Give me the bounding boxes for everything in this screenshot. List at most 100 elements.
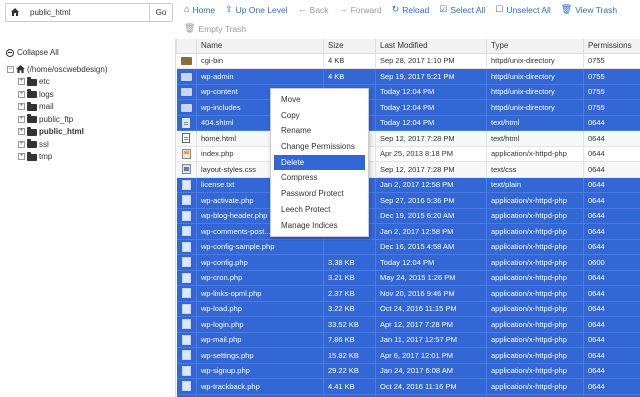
table-row[interactable]: index.php Apr 25, 2013 8:18 PM application… bbox=[176, 146, 640, 162]
table-row[interactable]: wp-blog-header.php Dec 19, 2015 6:20 AM ap… bbox=[176, 208, 640, 224]
cell-name[interactable]: wp-cron.php bbox=[196, 270, 324, 286]
tree-item-public-html[interactable]: + public_html bbox=[7, 126, 107, 139]
menu-item-delete[interactable]: Delete bbox=[274, 154, 365, 171]
table-row[interactable]: wp-links-opml.php 2.37 KB Nov 20, 2016 9:4… bbox=[176, 285, 640, 302]
table-row[interactable]: layout-styles.css Sep 12, 2017 7:28 PM tex… bbox=[176, 161, 640, 178]
table-row[interactable]: wp-trackback.php 4.41 KB Oct 24, 2016 11:1… bbox=[176, 378, 640, 395]
cell-name[interactable]: wp-admin bbox=[196, 68, 324, 85]
table-row[interactable]: wp-signup.php 29.22 KB Jan 24, 2017 6:08 A… bbox=[176, 363, 640, 379]
cell-name[interactable]: wp-trackback.php bbox=[196, 378, 324, 395]
header-type[interactable]: Type bbox=[486, 39, 584, 54]
expand-toggle-icon[interactable]: + bbox=[18, 103, 25, 111]
empty-trash-button[interactable]: 🗑 Empty Trash bbox=[180, 24, 252, 34]
cell-type: application/x-httpd-php bbox=[486, 285, 584, 302]
cell-name[interactable]: wp-config.php bbox=[196, 254, 324, 271]
table-row[interactable]: wp-cron.php 3.21 KB May 24, 2015 1:26 PM ap… bbox=[176, 270, 640, 286]
tree-root[interactable]: − (/home/oscwebdesign) bbox=[7, 63, 107, 76]
menu-item-leech-protect[interactable]: Leech Protect bbox=[271, 202, 368, 218]
minus-circle-icon bbox=[6, 48, 14, 57]
path-input[interactable] bbox=[5, 3, 149, 22]
unselect-all-button[interactable]: ☐ Unselect All bbox=[491, 5, 557, 15]
go-button[interactable]: Go bbox=[149, 3, 173, 22]
row-icon-cell bbox=[176, 192, 197, 209]
tree-item-etc[interactable]: + etc bbox=[7, 76, 107, 89]
cell-name[interactable]: wp-config-sample.php bbox=[196, 239, 324, 255]
expand-toggle-icon[interactable]: + bbox=[18, 78, 25, 86]
table-row[interactable]: cgi-bin 4 KB Sep 28, 2017 1:10 PM httpd/uni… bbox=[176, 53, 640, 69]
cell-permissions: 0644 bbox=[583, 239, 640, 255]
menu-item-copy[interactable]: Copy bbox=[271, 108, 368, 124]
cell-type: text/html bbox=[486, 115, 584, 131]
cell-name[interactable]: wp-signup.php bbox=[196, 363, 324, 379]
cell-name[interactable]: wp-load.php bbox=[196, 301, 324, 317]
back-button[interactable]: ← Back bbox=[294, 5, 335, 15]
table-row[interactable]: wp-admin 4 KB Sep 19, 2017 5:21 PM httpd/un… bbox=[176, 68, 640, 85]
expand-toggle-icon[interactable]: + bbox=[18, 140, 25, 148]
header-size[interactable]: Size bbox=[323, 39, 376, 54]
menu-item-password-protect[interactable]: Password Protect bbox=[271, 186, 368, 202]
php-file-icon bbox=[181, 179, 191, 190]
cell-permissions: 0644 bbox=[583, 130, 640, 147]
cell-type: httpd/unix-directory bbox=[486, 53, 584, 69]
expand-toggle-icon[interactable]: + bbox=[18, 115, 25, 123]
cell-size: 3.21 KB bbox=[323, 270, 376, 286]
expand-toggle-icon[interactable]: + bbox=[18, 128, 25, 136]
tree-item-public-ftp[interactable]: + public_ftp bbox=[7, 113, 107, 126]
cell-size: 3.22 KB bbox=[323, 301, 376, 317]
table-row[interactable]: home.html Sep 12, 2017 7:28 PM text/html 06… bbox=[176, 130, 640, 147]
select-all-button[interactable]: ☑ Select All bbox=[435, 5, 491, 15]
cell-type: text/css bbox=[486, 161, 584, 178]
header-last-modified[interactable]: Last Modified bbox=[375, 39, 487, 54]
home-button[interactable]: ⌂ Home bbox=[180, 5, 221, 15]
cell-permissions: 0644 bbox=[583, 177, 640, 193]
cell-modified: Apr 6, 2017 12:01 PM bbox=[375, 347, 487, 364]
table-row[interactable]: wp-mail.php 7.86 KB Jan 11, 2017 12:57 PM a… bbox=[176, 332, 640, 348]
cell-permissions: 0644 bbox=[583, 316, 640, 333]
cell-name[interactable]: wp-login.php bbox=[196, 316, 324, 333]
table-row[interactable]: wp-settings.php 15.82 KB Apr 6, 2017 12:01… bbox=[176, 347, 640, 364]
cell-name[interactable]: wp-links-opml.php bbox=[196, 285, 324, 302]
reload-button[interactable]: ↻ Reload bbox=[388, 5, 435, 15]
cell-size: 2.37 KB bbox=[323, 285, 376, 302]
tree-item-mail[interactable]: + mail bbox=[7, 101, 107, 114]
table-row[interactable]: wp-comments-post... Jan 2, 2017 12:58 PM a… bbox=[176, 223, 640, 240]
cell-modified: Apr 12, 2017 7:28 PM bbox=[375, 316, 487, 333]
table-row[interactable]: wp-login.php 33.52 KB Apr 12, 2017 7:28 PM… bbox=[176, 316, 640, 333]
table-row[interactable]: license.txt Jan 2, 2017 12:58 PM text/plai… bbox=[176, 177, 640, 193]
menu-item-compress[interactable]: Compress bbox=[271, 170, 368, 186]
table-row[interactable]: wp-includes Today 12:04 PM httpd/unix-dire… bbox=[176, 99, 640, 116]
table-row[interactable]: wp-activate.php Sep 27, 2016 5:36 PM appli… bbox=[176, 192, 640, 209]
table-row[interactable]: wp-config.php 3.38 KB Today 12:04 PM applic… bbox=[176, 254, 640, 271]
menu-item-manage-indices[interactable]: Manage Indices bbox=[271, 218, 368, 234]
arrow-right-icon: → bbox=[338, 4, 348, 14]
table-row[interactable]: 404.shtml Today 12:04 PM text/html 0644 bbox=[176, 115, 640, 131]
toolbar: ⌂ Home ⇧ Up One Level ← Back → Forward ↻ Relo… bbox=[180, 0, 640, 38]
tree-item-ssl[interactable]: + ssl bbox=[7, 138, 107, 151]
header-permissions[interactable]: Permissions bbox=[583, 39, 640, 54]
tree-item-logs[interactable]: + logs bbox=[7, 88, 107, 101]
menu-item-change-permissions[interactable]: Change Permissions bbox=[271, 139, 368, 155]
up-label: Up One Level bbox=[235, 4, 288, 15]
menu-item-move[interactable]: Move bbox=[271, 92, 368, 108]
collapse-toggle-icon[interactable]: − bbox=[7, 65, 14, 73]
menu-item-rename[interactable]: Rename bbox=[271, 123, 368, 139]
cell-name[interactable]: wp-mail.php bbox=[196, 332, 324, 348]
folder-icon bbox=[180, 88, 192, 97]
table-row[interactable]: wp-load.php 3.22 KB Oct 24, 2016 11:15 PM a… bbox=[176, 301, 640, 317]
forward-button[interactable]: → Forward bbox=[335, 5, 388, 15]
refresh-icon: ↻ bbox=[391, 4, 400, 14]
cell-name[interactable]: wp-settings.php bbox=[196, 347, 324, 364]
table-row[interactable]: wp-config-sample.php Dec 16, 2015 4:58 AM… bbox=[176, 239, 640, 255]
cell-name[interactable]: cgi-bin bbox=[196, 53, 324, 69]
back-label: Back bbox=[309, 4, 329, 15]
table-row[interactable]: wp-content Today 12:04 PM httpd/unix-direc… bbox=[176, 84, 640, 100]
tree-item-tmp[interactable]: + tmp bbox=[7, 151, 107, 164]
expand-toggle-icon[interactable]: + bbox=[18, 153, 25, 161]
file-list: Name Size Last Modified Type Permissions… bbox=[175, 39, 640, 397]
view-trash-button[interactable]: 🗑 View Trash bbox=[557, 5, 623, 15]
cell-modified: Nov 20, 2016 9:46 PM bbox=[375, 285, 487, 302]
up-one-level-button[interactable]: ⇧ Up One Level bbox=[221, 5, 294, 15]
header-name[interactable]: Name bbox=[196, 39, 324, 54]
expand-toggle-icon[interactable]: + bbox=[18, 90, 25, 98]
collapse-all-link[interactable]: Collapse All bbox=[6, 48, 59, 57]
